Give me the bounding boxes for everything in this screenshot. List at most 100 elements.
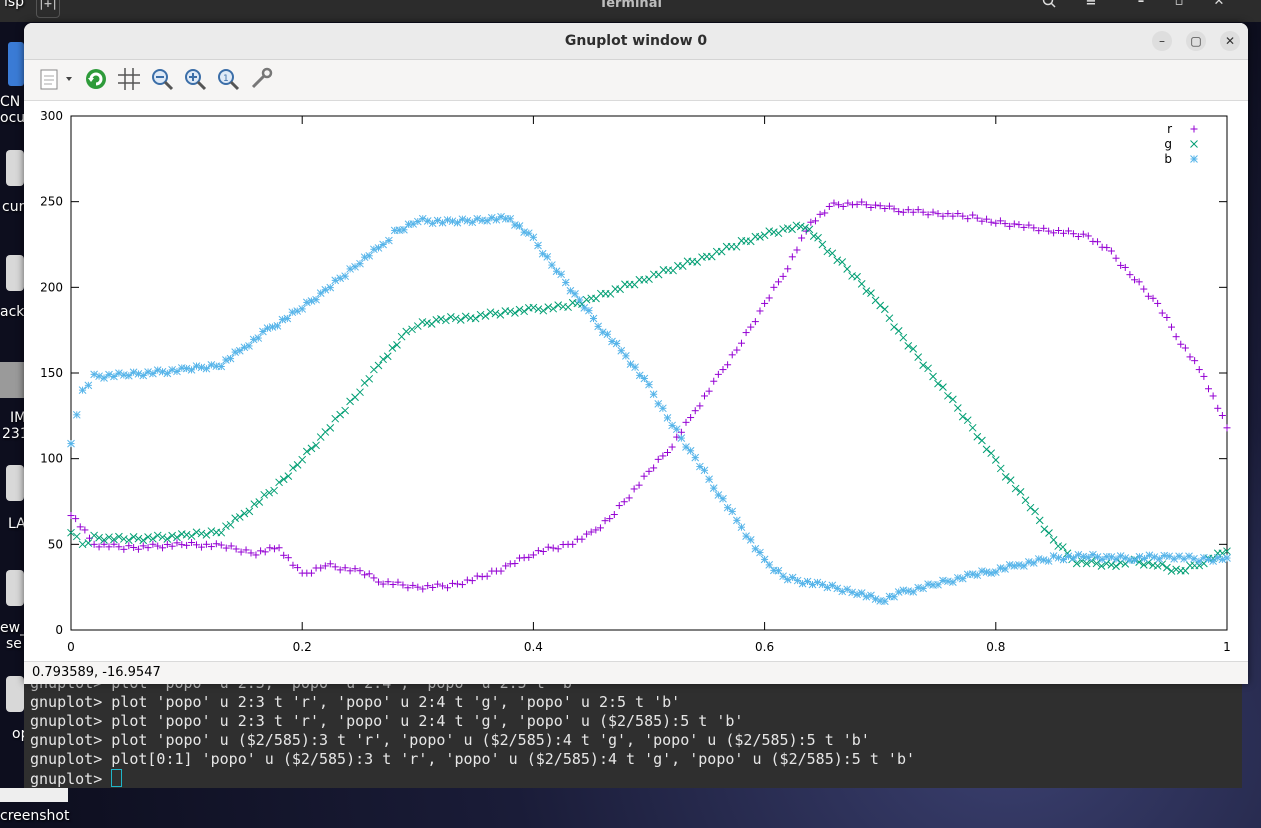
data-point-g (279, 475, 288, 484)
x-tick-label: 0.2 (293, 640, 312, 654)
data-point-g (848, 272, 856, 280)
data-point-r (569, 540, 577, 548)
data-point-b (288, 308, 297, 317)
data-point-b (202, 364, 211, 373)
close-icon[interactable]: ✕ (1204, 0, 1234, 16)
terminal-prompt-line[interactable]: gnuplot> (30, 769, 123, 788)
data-point-g (192, 528, 201, 537)
data-point-r (640, 472, 648, 480)
data-point-b (1039, 556, 1048, 564)
zoom-next-icon[interactable] (182, 66, 208, 92)
data-point-r (742, 329, 750, 337)
data-point-g (1054, 542, 1063, 550)
desktop-file-icon[interactable] (6, 465, 24, 501)
search-icon[interactable] (1034, 0, 1064, 16)
data-point-r (1107, 247, 1115, 255)
maximize-icon[interactable]: ▢ (1186, 31, 1206, 51)
grid-icon[interactable] (116, 66, 142, 92)
data-point-b (307, 297, 316, 305)
toolbar: 1 (24, 60, 1248, 101)
plot-area[interactable]: 0 0.2 0.4 0.6 0.8 1 0 50 100 150 200 250 300 r g b (24, 101, 1248, 661)
data-point-b (1029, 559, 1038, 567)
x-tick-label: 0.8 (986, 640, 1005, 654)
data-point-b (173, 367, 181, 376)
data-point-b (700, 466, 709, 475)
data-point-r (444, 584, 452, 592)
data-point-r (765, 294, 773, 302)
data-point-b (129, 368, 138, 377)
data-point-b (978, 567, 986, 575)
data-point-b (603, 330, 612, 339)
terminal-body[interactable]: gnuplot> plot 'popo' u 2:3, 'popo' u 2:4… (24, 674, 1242, 788)
data-point-b (944, 577, 952, 586)
data-point-r (266, 544, 274, 552)
data-point-b (1130, 556, 1139, 564)
desktop-file-icon[interactable] (6, 676, 24, 712)
data-point-b (728, 507, 737, 516)
desktop-file-icon[interactable] (6, 570, 24, 606)
data-point-r (1186, 353, 1194, 361)
configure-icon[interactable] (248, 66, 274, 92)
window-titlebar[interactable]: Gnuplot window 0 – ▢ ✕ (24, 23, 1248, 60)
data-point-r (811, 217, 819, 225)
data-point-b (571, 289, 579, 298)
terminal-line: gnuplot> plot 'popo' u 2:3 t 'r', 'popo'… (30, 712, 744, 730)
data-point-b (231, 348, 240, 356)
data-point-r (1158, 309, 1166, 317)
data-point-r (987, 218, 995, 226)
data-point-b (235, 346, 244, 355)
document-icon[interactable] (8, 42, 24, 86)
data-point-r (270, 545, 278, 553)
data-point-g (207, 527, 216, 535)
data-point-r (682, 418, 690, 426)
data-point-b (453, 218, 462, 227)
data-point-g (1011, 484, 1020, 493)
data-point-b (733, 516, 741, 525)
replot-icon[interactable] (83, 66, 109, 92)
data-point-r (448, 579, 456, 587)
data-point-b (645, 380, 653, 389)
data-point-g (843, 265, 852, 273)
data-point-r (728, 351, 736, 359)
data-point-g (326, 424, 335, 432)
data-point-r (770, 283, 778, 291)
close-icon[interactable]: ✕ (1220, 31, 1240, 51)
data-point-r (737, 339, 745, 347)
data-point-r (830, 199, 838, 207)
data-point-g (914, 353, 923, 361)
data-point-r (473, 572, 481, 580)
data-point-g (582, 295, 591, 304)
screenshot-thumbnail[interactable] (0, 788, 68, 802)
data-point-r (610, 511, 618, 519)
menu-icon[interactable]: ≡ (1076, 0, 1106, 16)
data-point-b (506, 214, 515, 223)
maximize-icon[interactable]: ▫ (1164, 0, 1194, 16)
data-point-b (924, 580, 932, 588)
zoom-previous-icon[interactable] (149, 66, 175, 92)
desktop-image-icon[interactable] (0, 362, 24, 398)
data-point-b (312, 295, 320, 304)
data-point-r (844, 199, 852, 207)
data-point-g (496, 310, 505, 319)
desktop-file-icon[interactable] (6, 150, 24, 186)
data-point-r (1112, 254, 1120, 262)
legend-marker-b (1190, 155, 1198, 163)
data-point-g (818, 240, 827, 249)
unzoom-icon[interactable]: 1 (215, 66, 241, 92)
minimize-icon[interactable]: – (1126, 0, 1156, 16)
data-point-b (273, 322, 282, 330)
y-tick-label: 300 (40, 109, 63, 123)
data-point-g (486, 308, 495, 317)
data-point-b (100, 374, 108, 382)
terminal-line: gnuplot> plot 'popo' u ($2/585):3 t 'r',… (30, 731, 870, 749)
data-point-b (298, 305, 307, 313)
minimize-icon[interactable]: – (1152, 31, 1172, 51)
data-point-r (134, 545, 142, 553)
copy-icon[interactable] (36, 66, 76, 92)
data-point-b (259, 327, 267, 336)
data-point-b (622, 352, 630, 360)
terminal-title: Terminal (599, 0, 662, 11)
data-point-g (446, 312, 455, 321)
data-point-b (672, 425, 681, 434)
desktop-file-icon[interactable] (6, 255, 24, 291)
